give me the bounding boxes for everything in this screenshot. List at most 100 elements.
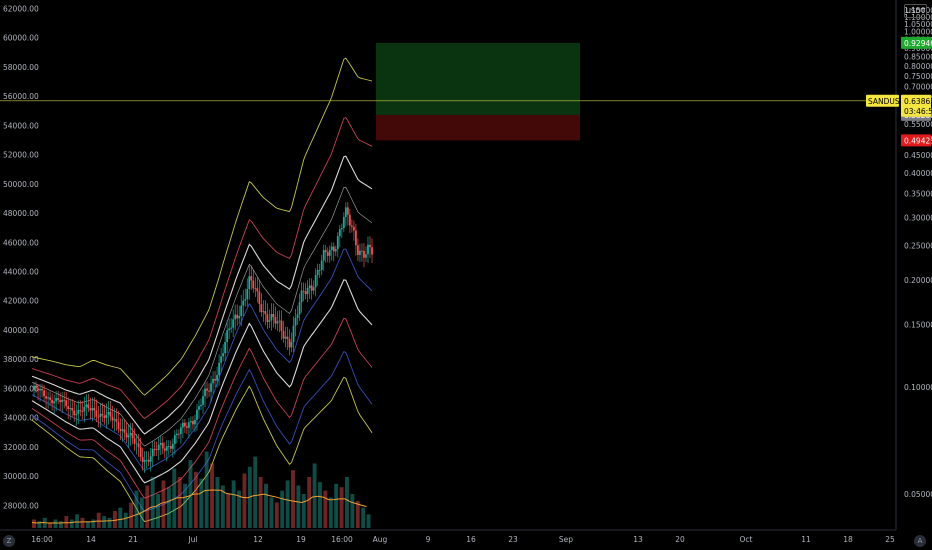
candle-body [155,449,158,450]
volume-bar [156,494,161,528]
volume-bar [323,490,328,528]
candle-body [57,398,60,401]
candle-body [202,396,204,405]
candle-body [357,245,359,255]
candle-body [324,250,327,253]
candle-body [244,299,247,301]
candle-body [270,314,273,321]
candle-body [109,412,112,417]
candle-body [43,390,45,397]
candle-body [246,289,249,300]
right-axis-tick: 0.30000 [904,213,932,222]
time-axis-tick: 23 [508,535,518,544]
candle-body [167,446,170,447]
candle-body [250,276,253,281]
loss-zone [376,114,580,141]
candle-body [133,438,136,444]
volume-bar [345,477,349,528]
candle-body [165,446,168,451]
candle-body [310,285,313,291]
candle-body [262,311,265,313]
candle-body [296,314,299,319]
candle-body [117,421,120,430]
candle-body [143,460,146,462]
right-axis-tick: 0.05000 [904,490,932,499]
logo-icon[interactable]: Z [3,535,15,547]
left-axis-tick: 50000.00 [3,180,39,189]
left-axis-tick: 48000.00 [3,209,39,218]
left-axis-tick: 60000.00 [3,34,39,43]
time-axis-tick: Oct [740,535,753,544]
candle-body [326,252,329,256]
time-axis-tick: 18 [843,535,853,544]
volume-bar [328,497,333,528]
candle-body [272,314,275,318]
left-axis-tick: 40000.00 [3,326,39,335]
volume-bar [96,512,101,528]
candle-body [276,321,279,324]
left-axis-tick: 54000.00 [3,121,39,130]
currency-selector[interactable]: USDT [904,4,927,18]
auto-scale-button[interactable]: A [914,535,926,547]
right-axis-tick: 0.55000 [904,120,932,129]
volume-bar [350,494,355,528]
candle-body [194,419,196,425]
candle-body [294,318,297,326]
candle-body [135,443,138,445]
candle-body [147,459,150,462]
volume-bar [53,519,58,528]
volume-bar [301,494,306,528]
candle-body [220,356,223,363]
candle-body [338,229,341,237]
candle-body [171,443,174,449]
candle-body [188,422,190,428]
candle-body [290,341,293,348]
candle-body [286,336,289,340]
volume-bar [264,483,268,528]
candle-body [332,246,335,252]
candle-body [141,456,144,462]
candle-body [208,390,210,392]
left-axis-tick: 52000.00 [3,151,39,160]
candle-body [169,446,172,449]
time-axis-tick: 13 [633,535,643,544]
candle-body [346,207,349,215]
take-profit-tag: 0.92946 [904,39,932,48]
candle-body [131,433,134,439]
candle-body [39,388,41,391]
volume-bar [366,514,371,528]
price-chart[interactable]: 62000.00 60000.00 58000.00 56000.00 54000.00… [0,0,932,550]
volume-bar [199,478,204,528]
candle-body [304,291,307,295]
volume-bar [318,482,322,528]
volume-bar [334,483,339,528]
candle-body [371,247,373,255]
candle-body [137,443,140,448]
time-axis-tick: Sep [559,535,573,544]
candle-body [103,415,106,418]
candle-body [248,276,251,290]
candle-body [186,426,188,428]
candle-body [280,320,283,331]
candle-body [350,225,353,227]
candle-body [123,429,126,433]
candle-body [210,383,212,392]
candle-body [322,250,325,261]
volume-bar [64,516,69,528]
candle-body [190,421,192,423]
candle-body [149,456,152,462]
volume-bar [285,480,290,528]
candle-body [119,429,122,431]
volume-bar [129,502,134,528]
candle-body [365,254,367,258]
candle-body [175,433,178,436]
candle-body [218,362,221,376]
candle-body [67,406,70,410]
volume-bar [177,477,182,528]
candle-body [161,442,164,449]
candle-body [359,250,361,255]
candle-body [200,404,202,407]
candle-body [222,353,225,357]
volume-bar [231,480,236,528]
candle-body [260,304,263,313]
